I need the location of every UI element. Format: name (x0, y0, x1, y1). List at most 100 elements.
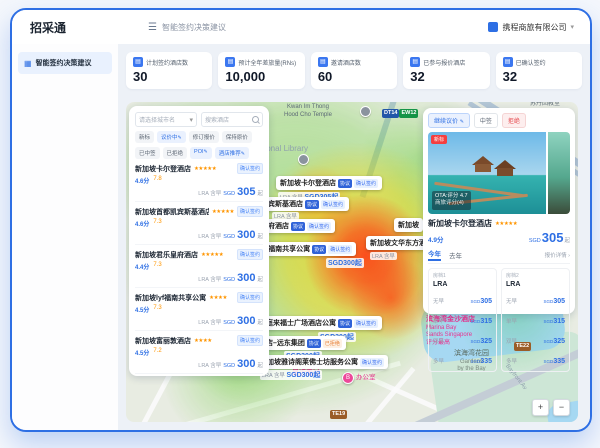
search-icon (252, 116, 259, 123)
app-title: 招采通 (30, 19, 148, 36)
transit-badge-dt14: DT14EW12 (382, 109, 418, 118)
filter-negotiating[interactable]: 议价中✎ (157, 131, 186, 143)
stat-value: 32 (503, 69, 575, 84)
zoom-in-button[interactable]: + (532, 399, 549, 416)
stat-card-quoted: ▤已参与报价酒店 32 (403, 52, 489, 89)
main-content: ▤计划签约酒店数 30 ▤预计全年差旅量(RNs) 10,000 ▤邀请酒店数 … (118, 44, 590, 430)
filter-row-2: 已中签 已拒绝 POI✎ 酒店推荐✎ (135, 147, 263, 159)
stat-card-planned: ▤计划签约酒店数 30 (126, 52, 212, 89)
map-canvas[interactable]: Kwan Im ThongHood Cho Temple National Li… (126, 102, 578, 422)
hotel-photo[interactable]: 新标 OTA:评分 4.7 商旅评分(4) (428, 132, 570, 214)
hotel-list-item[interactable]: 新加坡君乐皇府酒店★★★★★确认签约 4.4分7.3 LRA 含早SGD300起 (135, 245, 263, 288)
hotel-list-item[interactable]: 新加坡卡尔登酒店★★★★★确认签约 4.6分7.8 LRA 含早SGD305起 (135, 159, 263, 202)
edit-icon: ✎ (204, 149, 208, 155)
account-menu[interactable]: 携程商旅有限公司 ▾ (488, 22, 574, 33)
chevron-down-icon: ▾ (189, 116, 193, 124)
chevron-right-icon: › (568, 253, 570, 259)
stat-value: 30 (133, 69, 205, 84)
photo-hut (475, 164, 491, 172)
star-rating: ★★★★★ (194, 166, 216, 172)
chevron-down-icon: ▾ (570, 23, 574, 31)
invite-stat-icon: ▤ (318, 57, 328, 67)
stat-value: 10,000 (225, 69, 297, 84)
filter-poi[interactable]: POI✎ (190, 147, 212, 159)
star-rating: ★★★★★ (201, 252, 223, 258)
hotel-list-panel: 请选择城市名▾ 搜索酒店 新标 议价中✎ 修订报价 保持原价 已中签 已拒绝 P… (129, 106, 269, 376)
hotel-list-item[interactable]: 新加坡首都凯宾斯基酒店★★★★★确认签约 4.6分7.3 LRA 含早SGD30… (135, 202, 263, 245)
tab-this-year[interactable]: 今年 (428, 248, 441, 261)
filter-won[interactable]: 已中签 (135, 147, 160, 159)
filter-new[interactable]: 新标 (135, 131, 154, 143)
map-label-office: 办公室 (356, 374, 376, 382)
stat-card-invited: ▤邀请酒店数 60 (311, 52, 397, 89)
status-badge: 确认签约 (237, 249, 263, 260)
hotel-stat-icon: ▤ (133, 57, 143, 67)
library-poi-icon[interactable] (298, 154, 309, 165)
reject-button[interactable]: 拒绝 (502, 113, 526, 128)
photo-hut (497, 168, 513, 176)
rate-tier-1: 房档1 LRA 无早SGD305 单早SGD315 双早SGD325 多早SGD… (428, 268, 497, 372)
sidebar: ▦ 智能签约决策建议 (12, 44, 119, 430)
rate-tier-2: 房档2 LRA 无早SGD305 单早SGD315 双早SGD325 多早SGD… (501, 268, 570, 372)
map-hotel-bubble[interactable]: 新加坡雅诗阁莱佛士坊服务公寓确认签约 (256, 355, 388, 369)
stat-card-roomnights: ▤预计全年差旅量(RNs) 10,000 (218, 52, 304, 89)
filter-rejected[interactable]: 已拒绝 (163, 147, 188, 159)
grid-icon: ▦ (24, 59, 32, 68)
star-rating: ★★★★ (209, 295, 227, 301)
menu-icon[interactable]: ☰ (148, 22, 157, 33)
city-select[interactable]: 请选择城市名▾ (135, 112, 197, 127)
hotel-list-item[interactable]: 新加坡lyf福南共享公寓★★★★确认签约 4.5分7.3 LRA 含早SGD30… (135, 288, 263, 331)
search-input[interactable]: 搜索酒店 (201, 112, 263, 127)
sidebar-item-smart-signing[interactable]: ▦ 智能签约决策建议 (18, 52, 112, 74)
edit-icon: ✎ (460, 119, 464, 125)
office-poi-icon[interactable]: B (342, 372, 354, 384)
status-badge: 确认签约 (237, 335, 263, 346)
edit-icon: ✎ (178, 135, 182, 141)
detail-score: 4.9分 (428, 234, 444, 244)
filter-keep-price[interactable]: 保持原价 (222, 131, 252, 143)
bubble-price-note: LRA 含早 SGD300起 (260, 370, 322, 380)
filter-revised[interactable]: 修订报价 (189, 131, 219, 143)
stat-card-confirmed: ▤已确认签约 32 (496, 52, 582, 89)
company-logo-icon (488, 22, 498, 32)
map-zoom-controls: + − (532, 399, 570, 416)
quote-stat-icon: ▤ (410, 57, 420, 67)
new-tender-badge: 新标 (431, 135, 447, 144)
transit-badge-te19: TE19 (330, 410, 347, 419)
hotel-list-item[interactable]: 新加坡华绣酒店 – 远东集团★★★★ (135, 374, 263, 376)
zoom-out-button[interactable]: − (553, 399, 570, 416)
filter-recommend[interactable]: 酒店推荐✎ (215, 147, 249, 159)
stat-value: 32 (410, 69, 482, 84)
edit-icon: ✎ (241, 151, 245, 157)
stats-row: ▤计划签约酒店数 30 ▤预计全年差旅量(RNs) 10,000 ▤邀请酒店数 … (126, 52, 582, 89)
filter-row-1: 新标 议价中✎ 修订报价 保持原价 (135, 131, 263, 143)
breadcrumb: 智能签约决策建议 (162, 22, 226, 33)
star-rating: ★★★★★ (212, 209, 234, 215)
star-rating: ★★★★ (194, 338, 212, 344)
company-name: 携程商旅有限公司 (502, 22, 566, 33)
hotel-list-item[interactable]: 新加坡富丽敦酒店★★★★确认签约 4.5分7.2 LRA 含早SGD300起 (135, 331, 263, 374)
status-badge: 确认签约 (237, 163, 263, 174)
status-badge: 确认签约 (237, 292, 263, 303)
temple-poi-icon[interactable] (360, 106, 371, 117)
ota-score-overlay: OTA:评分 4.7 商旅评分(4) (432, 191, 471, 210)
quote-detail-link[interactable]: 报价详情 › (545, 251, 570, 259)
detail-hotel-name: 新加坡卡尔登酒店 (428, 218, 492, 229)
hotel-photo-thumb (548, 132, 570, 214)
map-hotel-bubble[interactable]: 新加坡卡尔登酒店协议确认签约 (276, 176, 382, 190)
win-button[interactable]: 中签 (474, 113, 498, 128)
continue-negotiate-button[interactable]: 继续议价 ✎ (428, 113, 470, 128)
bubble-price-note: SGD300起 (326, 258, 364, 268)
bubble-price-note: LRA 含早 (370, 252, 397, 260)
top-bar: 招采通 ☰ 智能签约决策建议 携程商旅有限公司 ▾ (12, 10, 590, 44)
hotel-detail-panel: 继续议价 ✎ 中签 拒绝 新标 OT (423, 108, 575, 314)
map-label-temple: Kwan Im ThongHood Cho Temple (284, 104, 332, 119)
tab-last-year[interactable]: 去年 (449, 250, 462, 260)
detail-price: SGD305起 (529, 230, 570, 245)
calendar-stat-icon: ▤ (225, 57, 235, 67)
app-window: 招采通 ☰ 智能签约决策建议 携程商旅有限公司 ▾ ▦ 智能签约决策建议 ▤计划… (10, 8, 592, 432)
stat-value: 60 (318, 69, 390, 84)
star-rating: ★★★★★ (495, 221, 517, 227)
status-badge: 确认签约 (237, 206, 263, 217)
map-hotel-bubble[interactable]: 新加坡 (394, 218, 423, 232)
